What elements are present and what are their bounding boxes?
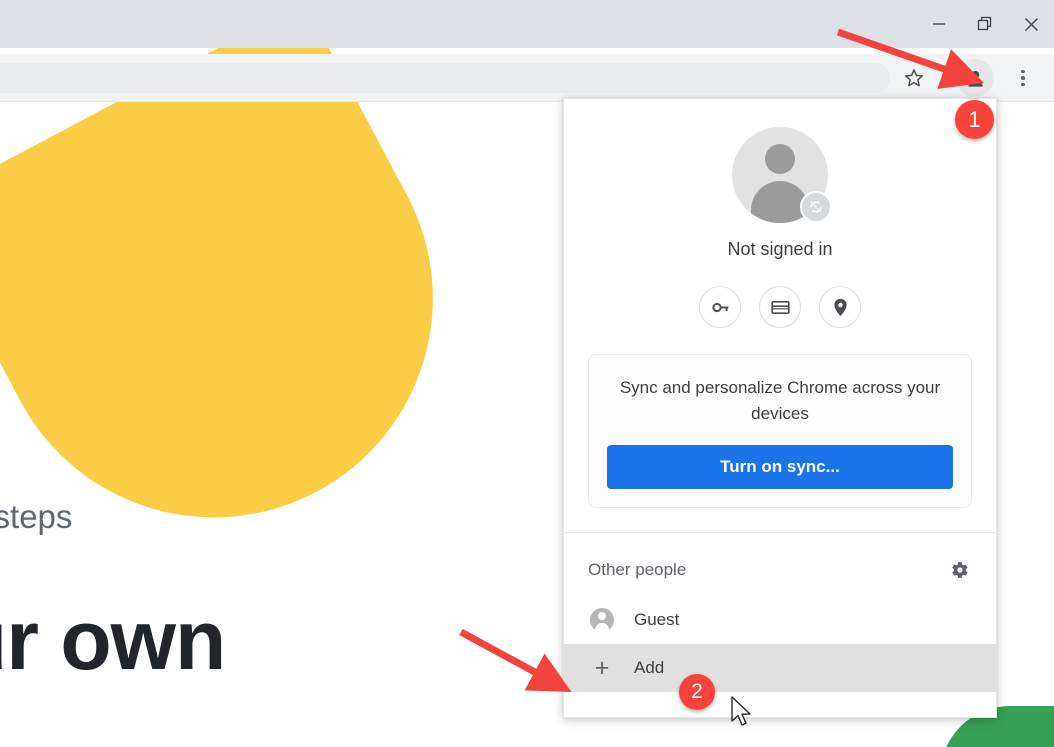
gear-icon bbox=[952, 562, 968, 578]
avatar-container bbox=[732, 127, 832, 223]
profile-summary: Not signed in bbox=[564, 99, 996, 328]
plus-icon: + bbox=[594, 653, 610, 682]
sync-off-glyph bbox=[810, 201, 822, 213]
other-people-title: Other people bbox=[588, 560, 687, 579]
quick-action-row bbox=[699, 286, 861, 328]
step-badge-2: 2 bbox=[679, 674, 715, 710]
sync-promo-card: Sync and personalize Chrome across your … bbox=[588, 354, 972, 508]
profile-panel: Not signed in Sync and personalize Chrom… bbox=[563, 98, 997, 718]
browser-window: e steps ur own bbox=[0, 0, 1054, 747]
close-icon bbox=[1024, 17, 1038, 31]
three-dot-menu-icon bbox=[1021, 69, 1025, 74]
arrow-to-avatar-button bbox=[836, 28, 984, 89]
location-pin-icon bbox=[833, 298, 847, 316]
close-button[interactable] bbox=[1008, 0, 1054, 48]
three-dot-menu-icon bbox=[1021, 82, 1025, 87]
credit-card-icon bbox=[770, 300, 790, 314]
arrow-to-add-row bbox=[459, 628, 572, 693]
guest-avatar-icon bbox=[589, 607, 615, 633]
person-row-guest[interactable]: Guest bbox=[564, 596, 996, 644]
manage-people-settings-button[interactable] bbox=[944, 555, 974, 585]
step-badge-1: 1 bbox=[955, 100, 994, 139]
sync-disabled-icon bbox=[800, 191, 832, 223]
turn-on-sync-button[interactable]: Turn on sync... bbox=[607, 445, 953, 489]
passwords-button[interactable] bbox=[699, 286, 741, 328]
person-row-add[interactable]: + Add bbox=[564, 644, 996, 692]
three-dot-menu-icon bbox=[1021, 76, 1025, 80]
mouse-pointer bbox=[731, 696, 751, 726]
page-subheading: e steps bbox=[0, 498, 73, 535]
addresses-button[interactable] bbox=[819, 286, 861, 328]
person-row-label: Add bbox=[634, 658, 665, 677]
payment-methods-button[interactable] bbox=[759, 286, 801, 328]
sync-promo-message: Sync and personalize Chrome across your … bbox=[619, 378, 941, 423]
other-people-header: Other people bbox=[564, 533, 996, 585]
sign-in-status: Not signed in bbox=[727, 239, 833, 259]
person-row-label: Guest bbox=[634, 610, 680, 629]
key-icon bbox=[711, 302, 728, 312]
avatar-head bbox=[765, 144, 795, 174]
address-bar[interactable] bbox=[0, 63, 890, 93]
chrome-menu-button[interactable] bbox=[1007, 61, 1039, 95]
page-heading: ur own bbox=[0, 593, 226, 687]
